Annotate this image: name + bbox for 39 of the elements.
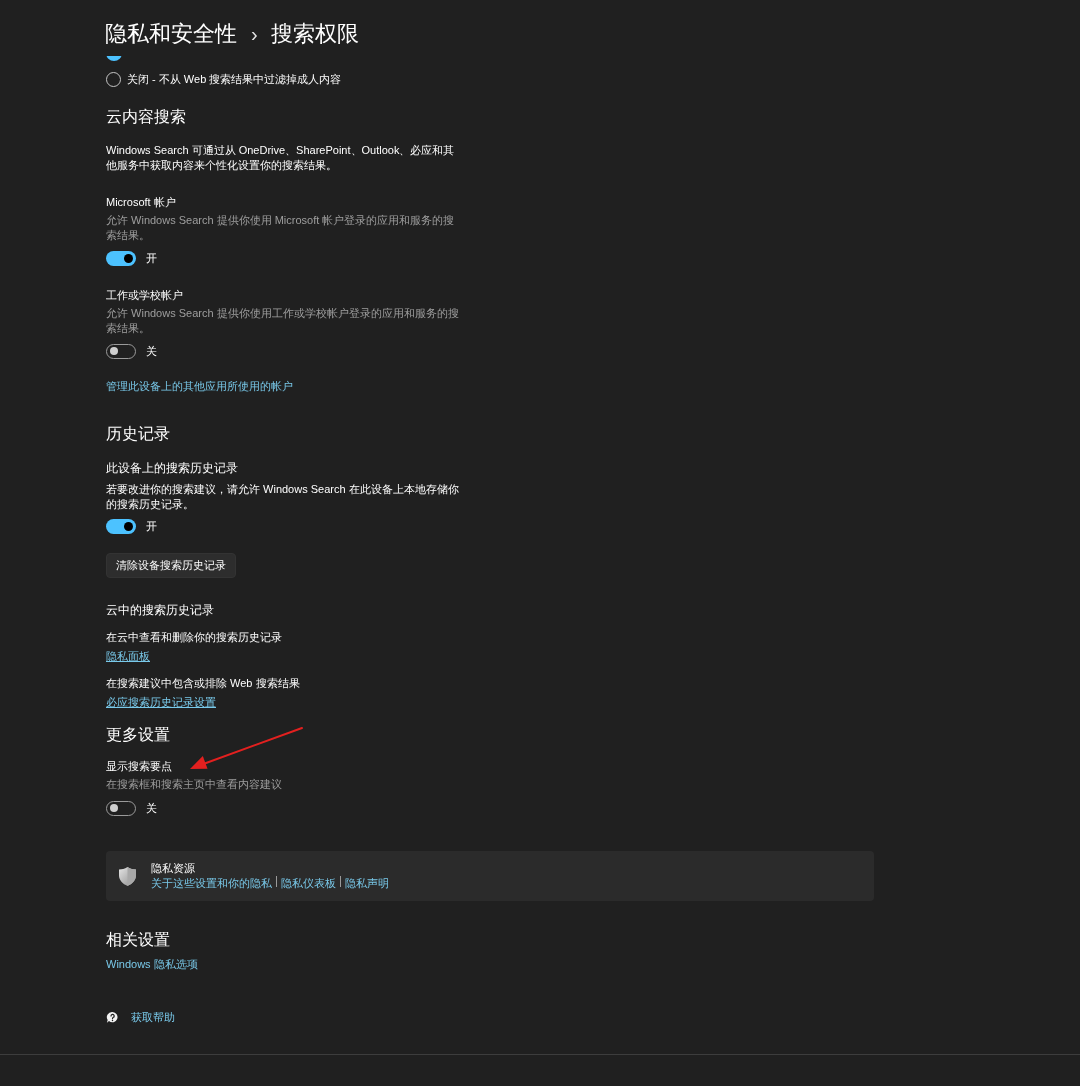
page-title: 搜索权限 bbox=[270, 20, 359, 48]
breadcrumb-parent[interactable]: 隐私和安全性 bbox=[105, 20, 237, 48]
settings-link[interactable]: 必应搜索历史记录设置 bbox=[106, 695, 216, 710]
setting-description: 若要改进你的搜索建议，请允许 Windows Search 在此设备上本地存储你的搜索历史记录。 bbox=[106, 482, 460, 512]
help-icon bbox=[106, 1010, 119, 1024]
manage-accounts-link[interactable]: 管理此设备上的其他应用所使用的帐户 bbox=[106, 379, 293, 394]
section-heading: 相关设置 bbox=[106, 930, 170, 950]
setting-title: 显示搜索要点 bbox=[106, 759, 172, 774]
privacy-link[interactable]: 关于这些设置和你的隐私 bbox=[151, 876, 272, 891]
radio-label: 关闭 - 不从 Web 搜索结果中过滤掉成人内容 bbox=[127, 72, 342, 87]
section-heading: 历史记录 bbox=[106, 424, 170, 444]
radio-button[interactable] bbox=[106, 56, 122, 61]
setting-title: 云中的搜索历史记录 bbox=[106, 602, 214, 619]
setting-title: Microsoft 帐户 bbox=[106, 195, 176, 210]
setting-text: 在搜索建议中包含或排除 Web 搜索结果 bbox=[106, 676, 300, 691]
privacy-link[interactable]: 隐私声明 bbox=[345, 876, 389, 891]
section-heading: 云内容搜索 bbox=[106, 107, 186, 127]
setting-description: 在搜索框和搜索主页中查看内容建议 bbox=[106, 777, 283, 792]
breadcrumb-separator: › bbox=[251, 22, 258, 47]
toggle-state-label: 开 bbox=[146, 250, 157, 266]
setting-title: 此设备上的搜索历史记录 bbox=[106, 460, 238, 477]
related-settings-link[interactable]: Windows 隐私选项 bbox=[106, 957, 198, 972]
setting-description: 允许 Windows Search 提供你使用 Microsoft 帐户登录的应用和服务的搜索结果。 bbox=[106, 213, 456, 243]
shield-icon bbox=[119, 866, 136, 886]
section-description: Windows Search 可通过从 OneDrive、SharePoint、Outlook、必应和其他服务中获取内容来个性化设置你的搜索结果。 bbox=[106, 143, 456, 173]
toggle-state-label: 关 bbox=[146, 343, 157, 359]
setting-title: 工作或学校帐户 bbox=[106, 288, 183, 303]
card-title: 隐私资源 bbox=[151, 861, 195, 876]
section-heading: 更多设置 bbox=[106, 725, 170, 745]
settings-link[interactable]: 隐私面板 bbox=[106, 649, 150, 664]
toggle-switch[interactable] bbox=[106, 518, 136, 534]
toggle-state-label: 关 bbox=[146, 800, 157, 816]
get-help-link[interactable]: 获取帮助 bbox=[131, 1009, 175, 1025]
setting-text: 在云中查看和删除你的搜索历史记录 bbox=[106, 630, 282, 645]
toggle-state-label: 开 bbox=[146, 518, 157, 534]
setting-description: 允许 Windows Search 提供你使用工作或学校帐户登录的应用和服务的搜索结果。 bbox=[106, 306, 460, 336]
toggle-switch[interactable] bbox=[106, 250, 136, 266]
privacy-link[interactable]: 隐私仪表板 bbox=[281, 876, 336, 891]
clear-history-button[interactable]: 清除设备搜索历史记录 bbox=[106, 553, 236, 578]
